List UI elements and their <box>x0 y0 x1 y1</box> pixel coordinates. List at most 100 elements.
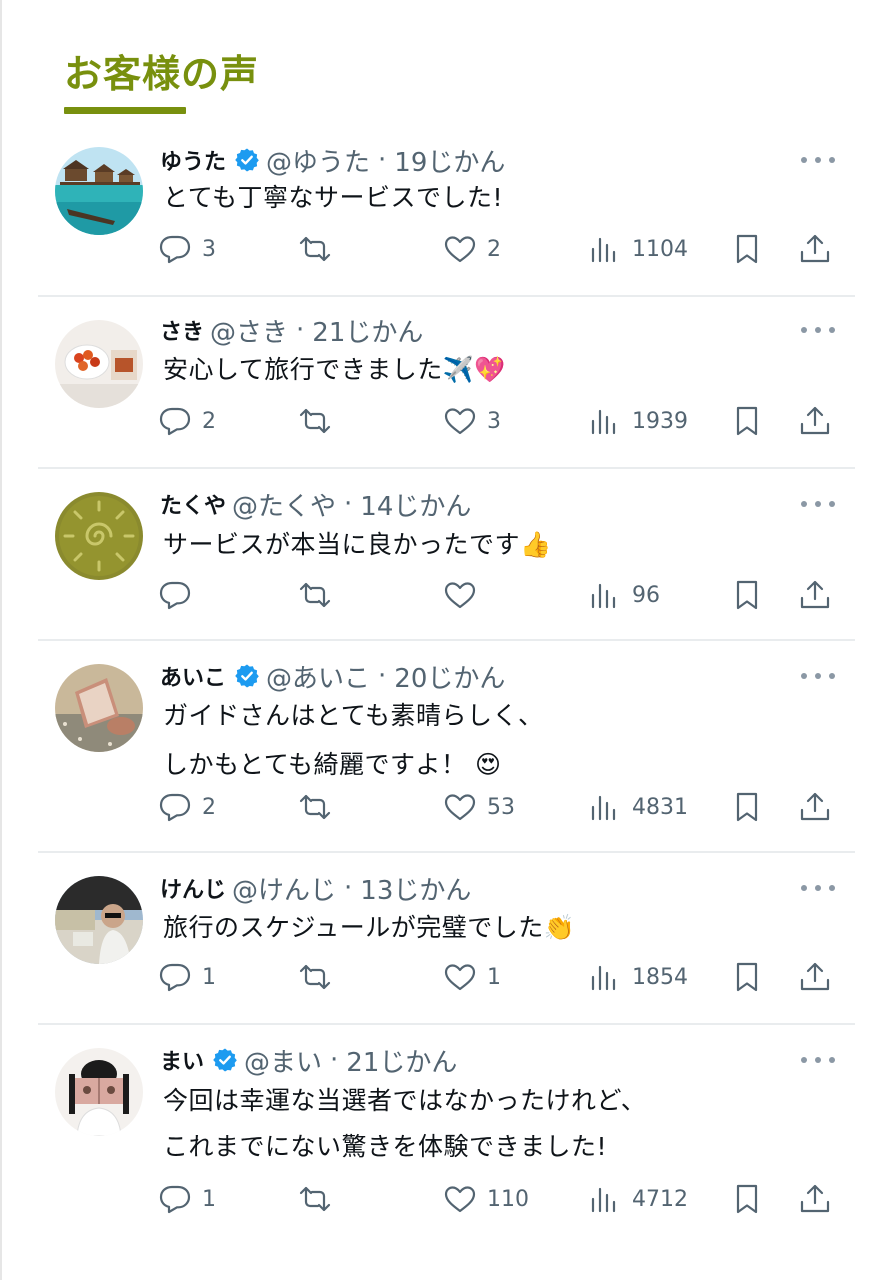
share-button[interactable] <box>798 1179 832 1219</box>
tweet-card[interactable]: たくや @たくや · 14じかん サービスが本当に良かったです👍 96 <box>38 469 855 639</box>
views-button[interactable]: 1939 <box>588 401 688 441</box>
bookmark-icon <box>736 962 758 992</box>
tweet-card[interactable]: あいこ @あいこ · 20じかん ガイドさんはとても素晴らしく、 しかもとても綺麗… <box>38 641 855 851</box>
share-upload-icon <box>800 1184 830 1213</box>
tweet-text-line: 旅行のスケジュールが完璧でした👏 <box>163 913 576 942</box>
retweet-button[interactable] <box>298 401 342 441</box>
reply-button[interactable]: 2 <box>158 787 216 827</box>
more-dots-icon[interactable] <box>801 671 835 681</box>
verified-badge-icon <box>234 663 260 689</box>
author-name[interactable]: さき <box>160 314 204 346</box>
speech-bubble-icon <box>159 793 191 822</box>
reply-button[interactable]: 1 <box>158 957 216 997</box>
view-count: 96 <box>632 582 660 608</box>
timestamp[interactable]: 19じかん <box>394 142 505 179</box>
avatar-book-by-water-photo[interactable] <box>55 664 143 752</box>
more-dots-icon[interactable] <box>801 883 835 893</box>
retweet-button[interactable] <box>298 229 342 269</box>
tweet-actions: 1 110 4712 <box>158 1179 838 1219</box>
avatar-person-with-book-photo[interactable] <box>55 1048 143 1136</box>
more-dots-icon[interactable] <box>801 325 835 335</box>
share-button[interactable] <box>798 575 832 615</box>
tweet-card[interactable]: さき @さき · 21じかん 安心して旅行できました✈️💖 2 3 1939 <box>38 297 855 467</box>
tweet-text-line: 今回は幸運な当選者ではなかったけれど、 <box>163 1086 647 1115</box>
reply-button[interactable]: 1 <box>158 1179 216 1219</box>
timestamp[interactable]: 20じかん <box>394 658 505 695</box>
timestamp[interactable]: 13じかん <box>360 870 471 907</box>
reply-count: 3 <box>202 236 216 262</box>
tweet-card[interactable]: まい @まい · 21じかん 今回は幸運な当選者ではなかったけれど、 これまでにな… <box>38 1025 855 1280</box>
speech-bubble-icon <box>159 407 191 436</box>
views-button[interactable]: 1104 <box>588 229 688 269</box>
tweet-header: あいこ @あいこ · 20じかん <box>160 658 505 695</box>
reply-button[interactable]: 3 <box>158 229 216 269</box>
bookmark-button[interactable] <box>730 575 764 615</box>
avatar-food-plate-photo[interactable] <box>55 320 143 408</box>
like-button[interactable]: 1 <box>443 957 501 997</box>
share-button[interactable] <box>798 787 832 827</box>
section-title: お客様の声 <box>64 52 260 96</box>
share-button[interactable] <box>798 957 832 997</box>
speech-bubble-icon <box>159 1185 191 1214</box>
tweet-card[interactable]: ゆうた @ゆうた · 19じかん とても丁寧なサービスでした! 3 2 1104 <box>38 135 855 295</box>
heart-icon <box>444 236 476 263</box>
tweet-actions: 2 53 4831 <box>158 787 838 827</box>
verified-badge-icon <box>234 147 260 173</box>
more-dots-icon[interactable] <box>801 155 835 165</box>
avatar-sun-emblem-photo[interactable] <box>55 492 143 580</box>
like-button[interactable]: 3 <box>443 401 501 441</box>
views-button[interactable]: 96 <box>588 575 660 615</box>
bookmark-button[interactable] <box>730 401 764 441</box>
bookmark-icon <box>736 792 758 822</box>
view-count: 1854 <box>632 964 688 990</box>
author-name[interactable]: まい <box>160 1044 204 1076</box>
bookmark-button[interactable] <box>730 1179 764 1219</box>
heart-icon <box>444 794 476 821</box>
title-underline <box>64 107 186 114</box>
like-button[interactable]: 2 <box>443 229 501 269</box>
author-handle[interactable]: @ゆうた <box>266 142 370 179</box>
more-dots-icon[interactable] <box>801 1055 835 1065</box>
bookmark-button[interactable] <box>730 787 764 827</box>
speech-bubble-icon <box>159 235 191 264</box>
author-name[interactable]: ゆうた <box>160 144 226 176</box>
like-button[interactable]: 53 <box>443 787 515 827</box>
bar-chart-icon <box>591 965 616 991</box>
avatar-person-in-car-photo[interactable] <box>55 876 143 964</box>
author-handle[interactable]: @けんじ <box>232 870 336 907</box>
retweet-button[interactable] <box>298 787 342 827</box>
views-button[interactable]: 4712 <box>588 1179 688 1219</box>
tweet-text-line: しかもとても綺麗ですよ！ 😍 <box>163 750 502 779</box>
author-handle[interactable]: @たくや <box>232 486 336 523</box>
like-button[interactable]: 110 <box>443 1179 529 1219</box>
author-handle[interactable]: @あいこ <box>266 658 370 695</box>
author-name[interactable]: けんじ <box>160 872 226 904</box>
timestamp[interactable]: 21じかん <box>312 312 423 349</box>
bookmark-button[interactable] <box>730 957 764 997</box>
views-button[interactable]: 1854 <box>588 957 688 997</box>
retweet-arrows-icon <box>299 794 331 820</box>
share-upload-icon <box>800 962 830 991</box>
timestamp[interactable]: 21じかん <box>346 1042 457 1079</box>
share-upload-icon <box>800 406 830 435</box>
like-button[interactable] <box>443 575 487 615</box>
retweet-button[interactable] <box>298 1179 342 1219</box>
views-button[interactable]: 4831 <box>588 787 688 827</box>
share-button[interactable] <box>798 401 832 441</box>
timestamp[interactable]: 14じかん <box>360 486 471 523</box>
reply-button[interactable] <box>158 575 202 615</box>
author-handle[interactable]: @まい <box>244 1042 322 1079</box>
share-button[interactable] <box>798 229 832 269</box>
retweet-button[interactable] <box>298 957 342 997</box>
author-name[interactable]: たくや <box>160 488 226 520</box>
reply-button[interactable]: 2 <box>158 401 216 441</box>
author-handle[interactable]: @さき <box>210 312 288 349</box>
retweet-button[interactable] <box>298 575 342 615</box>
author-name[interactable]: あいこ <box>160 660 226 692</box>
separator-dot: · <box>296 315 305 345</box>
tweet-card[interactable]: けんじ @けんじ · 13じかん 旅行のスケジュールが完璧でした👏 1 1 18… <box>38 853 855 1023</box>
tweet-header: ゆうた @ゆうた · 19じかん <box>160 142 505 179</box>
avatar-overwater-bungalow-photo[interactable] <box>55 147 143 235</box>
more-dots-icon[interactable] <box>801 499 835 509</box>
bookmark-button[interactable] <box>730 229 764 269</box>
